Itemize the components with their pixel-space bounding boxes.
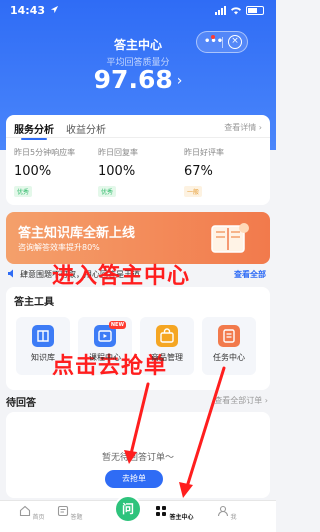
- battery-icon: [246, 6, 264, 15]
- metric-reply-rate: 昨日回复率 100% 优秀: [98, 147, 178, 198]
- answer-icon: [57, 505, 68, 517]
- tool-label: 课程中心: [89, 353, 121, 362]
- close-icon[interactable]: ×: [228, 35, 242, 49]
- view-details-link[interactable]: 查看详情 ›: [224, 122, 262, 133]
- tools-heading: 答主工具: [14, 297, 54, 308]
- metric-response-rate: 昨日5分钟响应率 100% 优秀: [14, 147, 94, 198]
- task-icon: [218, 325, 240, 347]
- tab-me[interactable]: 我: [199, 505, 254, 521]
- user-icon: [217, 505, 228, 517]
- status-badge: 优秀: [14, 186, 33, 197]
- status-badge: 一般: [184, 186, 203, 197]
- grab-order-button[interactable]: 去抢单: [105, 470, 163, 488]
- quality-score[interactable]: 97.68 ›: [0, 65, 276, 94]
- grid-icon: [156, 506, 167, 516]
- wifi-icon: [231, 7, 241, 15]
- chevron-right-icon: ›: [176, 73, 183, 89]
- tool-knowledge-base[interactable]: 知识库: [16, 317, 70, 375]
- notification-dot: [211, 35, 215, 39]
- empty-state-text: 暂无待回答订单～: [101, 453, 174, 463]
- capsule-divider: [222, 37, 223, 48]
- tool-course-center[interactable]: NEW 课程中心: [78, 317, 132, 375]
- home-icon: [19, 505, 30, 517]
- tab-answerer-center[interactable]: 答主中心: [147, 505, 202, 521]
- status-time: 14:43: [10, 4, 46, 17]
- pending-orders-card: 暂无待回答订单～ 去抢单: [6, 412, 270, 498]
- tab-label: 答题: [70, 514, 83, 521]
- divider: [6, 137, 270, 138]
- banner-title: 答主知识库全新上线: [18, 226, 136, 241]
- new-badge: NEW: [108, 321, 126, 329]
- tool-label: 知识库: [31, 353, 55, 362]
- banner-subtitle: 咨询解答效率提升80%: [18, 243, 100, 252]
- tab-label: 我: [230, 514, 237, 521]
- book-icon: [32, 325, 54, 347]
- metric-positive-rate: 昨日好评率 67% 一般: [184, 147, 264, 198]
- tab-answer[interactable]: 答题: [42, 505, 97, 521]
- speaker-icon: [8, 269, 13, 278]
- knowledge-base-banner[interactable]: 答主知识库全新上线 咨询解答效率提升80%: [6, 212, 270, 264]
- metric-label: 昨日5分钟响应率: [14, 148, 76, 157]
- book-illustration-icon: [211, 223, 249, 253]
- tool-label: 商品管理: [151, 353, 183, 362]
- pending-heading: 待回答: [6, 398, 36, 409]
- tab-label: 答主中心: [169, 514, 194, 521]
- status-badge: 优秀: [98, 186, 117, 197]
- signal-icon: [215, 6, 226, 15]
- metric-label: 昨日好评率: [184, 148, 224, 157]
- service-analysis-card: 服务分析 收益分析 查看详情 › 昨日5分钟响应率 100% 优秀 昨日回复率 …: [6, 115, 270, 205]
- status-bar: 14:43: [10, 4, 266, 20]
- score-value: 97.68: [93, 65, 173, 94]
- view-all-link[interactable]: 查看全部: [234, 269, 266, 280]
- course-icon: NEW: [94, 321, 126, 347]
- metric-value: 100%: [14, 164, 52, 179]
- tool-task-center[interactable]: 任务中心: [202, 317, 256, 375]
- metric-value: 100%: [98, 164, 136, 179]
- metric-label: 昨日回复率: [98, 148, 138, 157]
- bag-icon: [156, 325, 178, 347]
- ask-fab-button[interactable]: 问: [114, 495, 142, 523]
- metric-value: 67%: [184, 164, 213, 179]
- view-all-orders-link[interactable]: 查看全部订单 ›: [214, 395, 268, 406]
- mini-program-capsule: ••• ×: [196, 31, 248, 53]
- annotation-enter-center: 进入答主中心: [52, 264, 191, 289]
- tool-product-management[interactable]: 商品管理: [140, 317, 194, 375]
- location-icon: [50, 5, 59, 14]
- tool-label: 任务中心: [213, 353, 245, 362]
